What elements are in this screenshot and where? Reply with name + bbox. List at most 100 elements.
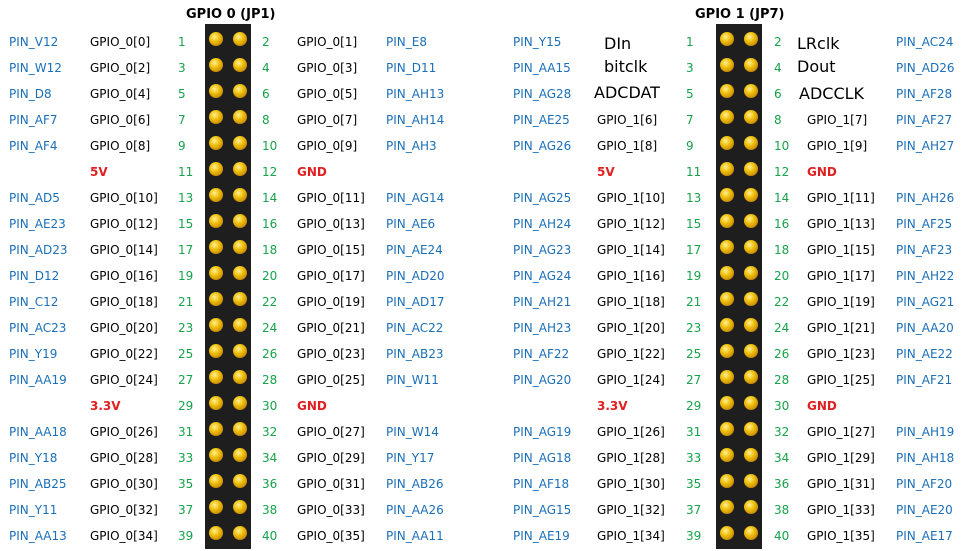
pin-number-right: 16 — [774, 217, 790, 231]
ground-label: GND — [807, 165, 837, 179]
signal-left: GPIO_1[26] — [597, 425, 665, 439]
pin-number-right: 32 — [774, 425, 790, 439]
pin-row: PIN_AG24 GPIO_1[16] 19 20 GPIO_1[17] PIN_AH22 — [0, 264, 968, 290]
pin-number-right: 14 — [774, 191, 790, 205]
fpga-pin-right: PIN_AE20 — [896, 503, 953, 517]
pin-number-left: 3 — [686, 61, 694, 75]
pin-row: PIN_AE25 GPIO_1[6] 7 8 GPIO_1[7] PIN_AF27 — [0, 108, 968, 134]
signal-left: GPIO_1[10] — [597, 191, 665, 205]
fpga-pin-right: PIN_AF27 — [896, 113, 953, 127]
pin-number-left: 25 — [686, 347, 702, 361]
signal-left: GPIO_1[28] — [597, 451, 665, 465]
signal-right: GPIO_1[7] — [807, 113, 868, 127]
pin-number-left: 19 — [686, 269, 702, 283]
signal-right: GPIO_1[25] — [807, 373, 875, 387]
fpga-pin-left: PIN_AG25 — [513, 191, 572, 205]
signal-right: GPIO_1[27] — [807, 425, 875, 439]
header-pin-icon — [744, 266, 758, 280]
annotation-adcclk: ADCCLK — [799, 84, 865, 103]
header-pin-icon — [233, 370, 247, 384]
annotation-dout: Dout — [797, 57, 836, 76]
pin-number-right: 30 — [774, 399, 790, 413]
header-pin-icon — [209, 500, 223, 514]
header-pin-icon — [233, 58, 247, 72]
header-pin-icon — [209, 84, 223, 98]
fpga-pin-left: PIN_AF22 — [513, 347, 570, 361]
fpga-pin-right: PIN_AD26 — [896, 61, 955, 75]
pin-number-right: 34 — [774, 451, 790, 465]
header-pin-icon — [209, 448, 223, 462]
header-pin-icon — [233, 500, 247, 514]
pin-row: PIN_AH24 GPIO_1[12] 15 16 GPIO_1[13] PIN_AF25 — [0, 212, 968, 238]
pin-number-right: 26 — [774, 347, 790, 361]
header-pin-icon — [209, 188, 223, 202]
header-pin-icon — [209, 58, 223, 72]
header-pin-icon — [209, 422, 223, 436]
fpga-pin-left: PIN_AA15 — [513, 61, 571, 75]
pin-number-right: 6 — [774, 87, 782, 101]
header-pin-icon — [233, 240, 247, 254]
pin-row: PIN_AG18 GPIO_1[28] 33 34 GPIO_1[29] PIN_AH18 — [0, 446, 968, 472]
fpga-pin-left: PIN_AG15 — [513, 503, 572, 517]
pin-row: PIN_AE19 GPIO_1[34] 39 40 GPIO_1[35] PIN_AE17 — [0, 524, 968, 550]
pin-number-left: 5 — [686, 87, 694, 101]
header-pin-icon — [233, 84, 247, 98]
pin-number-right: 10 — [774, 139, 790, 153]
header-pin-icon — [209, 370, 223, 384]
header-pin-icon — [209, 240, 223, 254]
pin-row: PIN_AG23 GPIO_1[14] 17 18 GPIO_1[15] PIN_AF23 — [0, 238, 968, 264]
header-pin-icon — [744, 32, 758, 46]
header-pin-icon — [233, 188, 247, 202]
header-pin-icon — [744, 188, 758, 202]
header-pin-icon — [744, 448, 758, 462]
pin-number-left: 17 — [686, 243, 702, 257]
signal-right: GPIO_1[29] — [807, 451, 875, 465]
header-pin-icon — [720, 448, 734, 462]
header-pin-icon — [720, 188, 734, 202]
fpga-pin-left: PIN_AE19 — [513, 529, 570, 543]
pin-number-left: 27 — [686, 373, 702, 387]
fpga-pin-right: PIN_AF25 — [896, 217, 953, 231]
annotation-din: DIn — [604, 34, 632, 53]
header-pin-icon — [720, 266, 734, 280]
signal-right: GPIO_1[9] — [807, 139, 868, 153]
signal-right: GPIO_1[31] — [807, 477, 875, 491]
pin-row: 5V 11 12 GND — [0, 160, 968, 186]
fpga-pin-right: PIN_AG21 — [896, 295, 955, 309]
header-pin-icon — [720, 422, 734, 436]
header-pin-icon — [720, 32, 734, 46]
fpga-pin-left: PIN_AH24 — [513, 217, 572, 231]
header-pin-icon — [720, 396, 734, 410]
signal-right: GPIO_1[15] — [807, 243, 875, 257]
fpga-pin-right: PIN_AH26 — [896, 191, 955, 205]
pin-row: 3.3V 29 30 GND — [0, 394, 968, 420]
fpga-pin-right: PIN_AC24 — [896, 35, 954, 49]
fpga-pin-left: PIN_AF18 — [513, 477, 570, 491]
fpga-pin-left: PIN_AG18 — [513, 451, 572, 465]
pin-row: PIN_AG19 GPIO_1[26] 31 32 GPIO_1[27] PIN_AH19 — [0, 420, 968, 446]
signal-left: GPIO_1[14] — [597, 243, 665, 257]
pin-number-left: 15 — [686, 217, 702, 231]
pin-row: PIN_AG25 GPIO_1[10] 13 14 GPIO_1[11] PIN_AH26 — [0, 186, 968, 212]
fpga-pin-left: PIN_AG20 — [513, 373, 572, 387]
header-pin-icon — [744, 526, 758, 540]
signal-left: GPIO_1[30] — [597, 477, 665, 491]
fpga-pin-right: PIN_AE17 — [896, 529, 953, 543]
header-pin-icon — [209, 266, 223, 280]
annotation-lrclk: LRclk — [797, 34, 840, 53]
header-pin-icon — [720, 240, 734, 254]
header-pin-icon — [209, 396, 223, 410]
pin-number-right: 28 — [774, 373, 790, 387]
header-pin-icon — [744, 110, 758, 124]
header-pin-icon — [720, 500, 734, 514]
fpga-pin-left: PIN_AG23 — [513, 243, 572, 257]
fpga-pin-left: PIN_AE25 — [513, 113, 570, 127]
pin-row: PIN_AF18 GPIO_1[30] 35 36 GPIO_1[31] PIN_AF20 — [0, 472, 968, 498]
pin-row: PIN_AG15 GPIO_1[32] 37 38 GPIO_1[33] PIN_AE20 — [0, 498, 968, 524]
header-pin-icon — [720, 344, 734, 358]
header-pin-icon — [209, 526, 223, 540]
header-pin-icon — [209, 32, 223, 46]
signal-right: GPIO_1[19] — [807, 295, 875, 309]
pin-number-right: 20 — [774, 269, 790, 283]
pin-number-right: 22 — [774, 295, 790, 309]
